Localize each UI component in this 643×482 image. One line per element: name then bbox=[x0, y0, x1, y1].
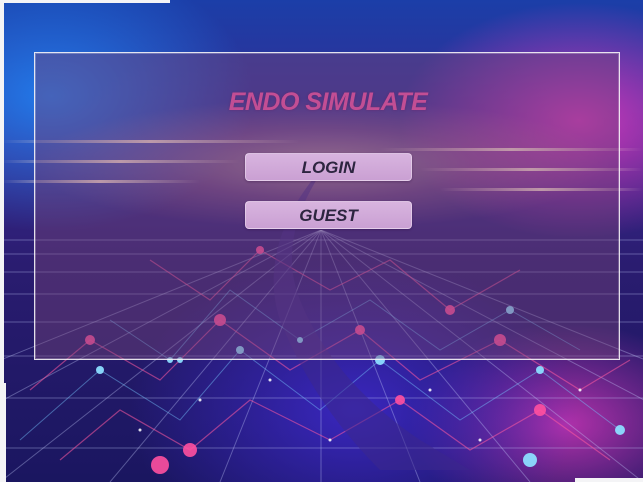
guest-button[interactable]: GUEST bbox=[245, 201, 412, 229]
window-edge bbox=[0, 0, 170, 3]
window-edge bbox=[575, 478, 643, 482]
game-title: ENDO SIMULATE bbox=[228, 88, 428, 116]
window-edge bbox=[0, 383, 6, 482]
login-button[interactable]: LOGIN bbox=[245, 153, 412, 181]
